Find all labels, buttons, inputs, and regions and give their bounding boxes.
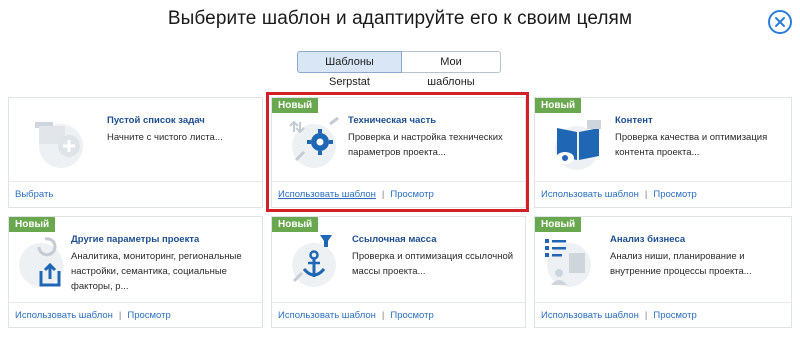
preview-link[interactable]: Просмотр <box>390 189 433 200</box>
preview-link[interactable]: Просмотр <box>653 310 696 321</box>
card-business[interactable]: Новый Анализ бизнеса Анализ ниши, планир… <box>534 216 792 328</box>
card-description: Проверка и оптимизация ссылочной массы п… <box>352 251 514 277</box>
card-description: Аналитика, мониторинг, региональные наст… <box>71 251 242 292</box>
card-empty-list[interactable]: Пустой список задач Начните с чистого ли… <box>8 97 263 208</box>
template-tabs: Шаблоны Serpstat Мои шаблоны <box>297 51 501 88</box>
tab-my-templates[interactable]: Мои шаблоны <box>402 51 501 88</box>
tab-serpstat-templates[interactable]: Шаблоны Serpstat <box>297 51 402 88</box>
new-badge: Новый <box>272 217 319 232</box>
close-button[interactable] <box>768 10 792 34</box>
card-title: Техническая часть <box>348 115 437 126</box>
empty-list-icon <box>35 122 83 168</box>
card-backlinks[interactable]: Новый Ссылочная масса Проверка и оптимиз… <box>271 216 526 328</box>
gear-icon <box>289 116 339 168</box>
preview-link[interactable]: Просмотр <box>653 189 696 200</box>
card-title: Анализ бизнеса <box>610 234 686 245</box>
use-template-link[interactable]: Использовать шаблон <box>541 310 639 321</box>
card-title: Ссылочная масса <box>352 234 437 245</box>
select-link[interactable]: Выбрать <box>15 189 53 200</box>
preview-link[interactable]: Просмотр <box>127 310 170 321</box>
anchor-icon <box>292 235 336 287</box>
card-description: Анализ ниши, планирование и внутренние п… <box>610 251 752 277</box>
new-badge: Новый <box>272 98 319 113</box>
card-content[interactable]: Новый Контент Проверка качества и оптими… <box>534 97 792 208</box>
card-technical[interactable]: Новый Техническая часть Проверка и настр… <box>271 97 526 208</box>
close-icon <box>775 17 785 27</box>
card-description: Проверка качества и оптимизация контента… <box>615 132 768 158</box>
new-badge: Новый <box>535 217 582 232</box>
checklist-icon <box>545 239 591 287</box>
page-title: Выберите шаблон и адаптируйте его к свои… <box>167 8 633 29</box>
use-template-link[interactable]: Использовать шаблон <box>541 189 639 200</box>
preview-link[interactable]: Просмотр <box>390 310 433 321</box>
use-template-link[interactable]: Использовать шаблон <box>278 310 376 321</box>
book-icon <box>555 120 601 170</box>
card-title: Другие параметры проекта <box>71 234 200 245</box>
use-template-link[interactable]: Использовать шаблон <box>15 310 113 321</box>
new-badge: Новый <box>9 217 56 232</box>
upload-icon <box>19 237 63 287</box>
card-description: Проверка и настройка технических парамет… <box>348 132 503 158</box>
card-description: Начните с чистого листа... <box>107 132 223 143</box>
use-template-link[interactable]: Использовать шаблон <box>278 189 376 200</box>
card-title: Контент <box>615 115 653 126</box>
card-other-params[interactable]: Новый Другие параметры проекта Аналитика… <box>8 216 263 328</box>
new-badge: Новый <box>535 98 582 113</box>
card-title: Пустой список задач <box>107 115 205 126</box>
